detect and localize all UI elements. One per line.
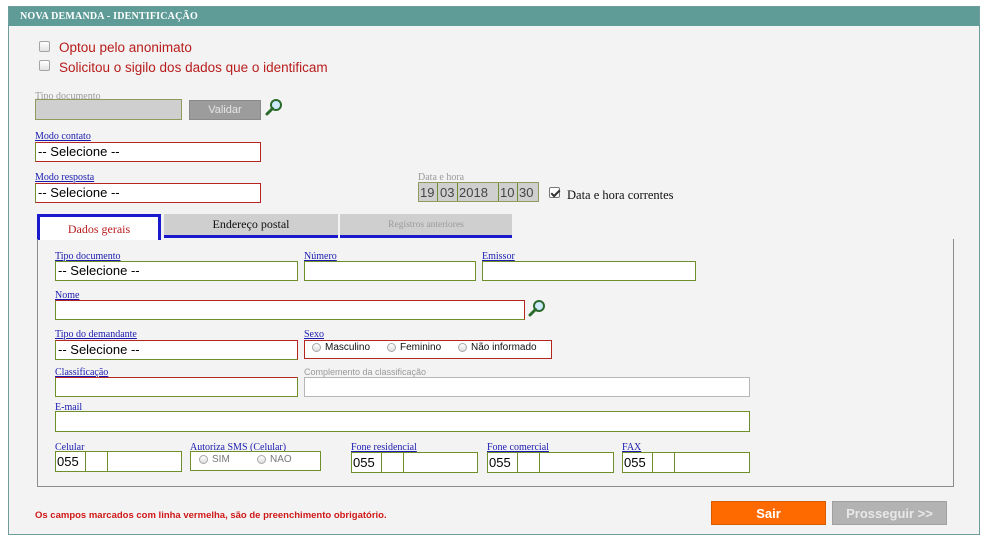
minuto: 30 (519, 185, 534, 200)
tipo-documento-select[interactable]: -- Selecione -- (55, 261, 298, 281)
emissor-input[interactable] (482, 261, 696, 281)
tab-endereco-postal[interactable]: Endereço postal (164, 214, 338, 238)
search-icon[interactable] (265, 98, 283, 116)
complemento-input[interactable] (304, 377, 750, 397)
sigilo-label: Solicitou o sigilo dos dados que o ident… (59, 60, 328, 75)
data-hora-field[interactable]: 19 03 2018 10 30 (418, 182, 539, 202)
data-hora-correntes-checkbox[interactable] (549, 187, 560, 198)
data-mes: 03 (440, 185, 455, 200)
sexo-nao-informado-label: Não informado (471, 342, 537, 353)
sms-sim-label: SIM (212, 454, 230, 465)
fone-comercial-ddi: 055 (489, 455, 511, 470)
modo-resposta-select[interactable]: -- Selecione -- (35, 183, 261, 203)
fone-residencial-ddi: 055 (353, 455, 375, 470)
sms-nao-option[interactable]: NAO (257, 454, 292, 465)
required-fields-note: Os campos marcados com linha vermelha, s… (35, 510, 387, 521)
tipo-demandante-select[interactable]: -- Selecione -- (55, 340, 298, 360)
search-nome-icon[interactable] (528, 299, 546, 317)
radio-icon[interactable] (312, 342, 321, 352)
sexo-nao-informado-option[interactable]: Não informado (458, 342, 537, 353)
numero-input[interactable] (304, 261, 476, 281)
nova-demanda-panel: NOVA DEMANDA - IDENTIFICAÇÃO Optou pelo … (8, 6, 980, 535)
fax-input[interactable]: 055 (622, 452, 750, 473)
celular-ddi: 055 (57, 454, 79, 469)
sexo-masculino-option[interactable]: Masculino (312, 342, 370, 353)
sair-button[interactable]: Sair (711, 501, 826, 525)
anonimato-checkbox[interactable] (39, 41, 50, 52)
sms-nao-label: NAO (270, 454, 292, 465)
data-dia: 19 (420, 185, 435, 200)
hora: 10 (500, 185, 515, 200)
fone-comercial-input[interactable]: 055 (487, 452, 614, 473)
fax-ddi: 055 (624, 455, 646, 470)
classificacao-input[interactable] (55, 377, 298, 397)
radio-icon[interactable] (458, 342, 467, 352)
prosseguir-button[interactable]: Prosseguir >> (832, 501, 947, 525)
sexo-masculino-label: Masculino (325, 342, 371, 353)
sexo-feminino-option[interactable]: Feminino (387, 342, 441, 353)
sexo-label: Sexo (304, 329, 324, 340)
nome-input[interactable] (55, 300, 525, 320)
modo-contato-select[interactable]: -- Selecione -- (35, 142, 261, 162)
tipo-demandante-label: Tipo do demandante (55, 329, 137, 340)
radio-icon[interactable] (257, 454, 266, 464)
tipo-documento-top-field[interactable] (35, 99, 182, 120)
sigilo-checkbox[interactable] (39, 60, 50, 71)
sms-sim-option[interactable]: SIM (199, 454, 230, 465)
modo-resposta-label: Modo resposta (35, 172, 95, 183)
celular-input[interactable]: 055 (55, 451, 182, 472)
tab-registros-anteriores: Registros anteriores (340, 214, 512, 238)
validar-button[interactable]: Validar (189, 100, 261, 120)
tab-dados-gerais[interactable]: Dados gerais (37, 214, 161, 240)
data-hora-correntes-label: Data e hora correntes (567, 188, 674, 202)
sexo-feminino-label: Feminino (400, 342, 442, 353)
complemento-label: Complemento da classificação (304, 367, 427, 377)
email-input[interactable] (55, 411, 750, 432)
panel-title: NOVA DEMANDA - IDENTIFICAÇÃO (9, 7, 979, 26)
modo-contato-label: Modo contato (35, 131, 91, 142)
anonimato-label: Optou pelo anonimato (59, 40, 192, 55)
radio-icon[interactable] (387, 342, 396, 352)
radio-icon[interactable] (199, 454, 208, 464)
data-ano: 2018 (459, 185, 488, 200)
fone-residencial-input[interactable]: 055 (351, 452, 478, 473)
